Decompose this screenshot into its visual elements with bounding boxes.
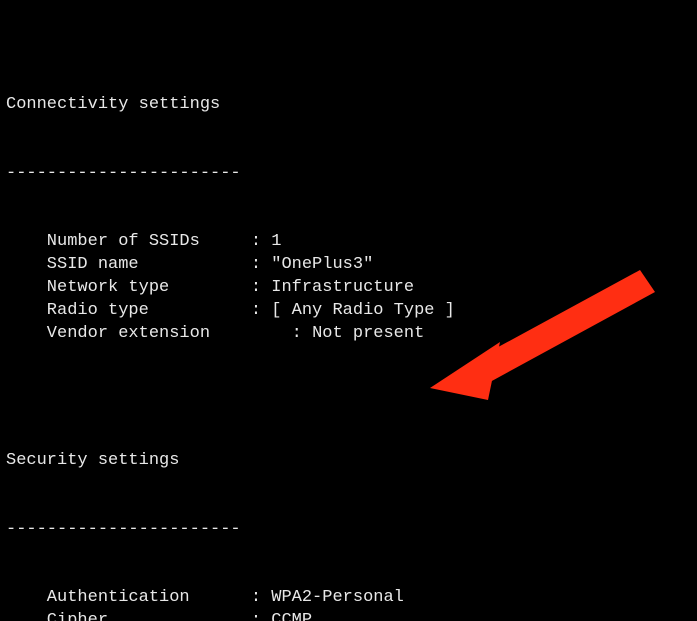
separator: : <box>251 323 312 346</box>
connectivity-value: [ Any Radio Type ] <box>271 300 455 323</box>
separator: : <box>251 277 271 300</box>
connectivity-label: Vendor extension <box>6 323 251 346</box>
connectivity-row: Vendor extension : Not present <box>6 323 691 346</box>
security-row: Cipher : CCMP <box>6 610 691 621</box>
separator: : <box>251 587 271 610</box>
security-label: Cipher <box>6 610 251 621</box>
security-value: WPA2-Personal <box>271 587 404 610</box>
connectivity-value: Infrastructure <box>271 277 414 300</box>
connectivity-row: SSID name : "OnePlus3" <box>6 254 691 277</box>
connectivity-label: SSID name <box>6 254 251 277</box>
security-value: CCMP <box>271 610 312 621</box>
connectivity-title: Connectivity settings <box>6 94 691 117</box>
connectivity-row: Radio type : [ Any Radio Type ] <box>6 300 691 323</box>
security-title: Security settings <box>6 450 691 473</box>
connectivity-label: Network type <box>6 277 251 300</box>
security-label: Authentication <box>6 587 251 610</box>
connectivity-value: Not present <box>312 323 424 346</box>
connectivity-row: Number of SSIDs : 1 <box>6 231 691 254</box>
security-row: Authentication : WPA2-Personal <box>6 587 691 610</box>
separator: : <box>251 254 271 277</box>
separator: : <box>251 231 271 254</box>
terminal-output: Connectivity settings ------------------… <box>0 0 697 621</box>
connectivity-label: Radio type <box>6 300 251 323</box>
security-dashes: ----------------------- <box>6 519 691 542</box>
separator: : <box>251 610 271 621</box>
connectivity-value: 1 <box>271 231 281 254</box>
connectivity-row: Network type : Infrastructure <box>6 277 691 300</box>
connectivity-value: "OnePlus3" <box>271 254 373 277</box>
separator: : <box>251 300 271 323</box>
connectivity-dashes: ----------------------- <box>6 163 691 186</box>
connectivity-label: Number of SSIDs <box>6 231 251 254</box>
